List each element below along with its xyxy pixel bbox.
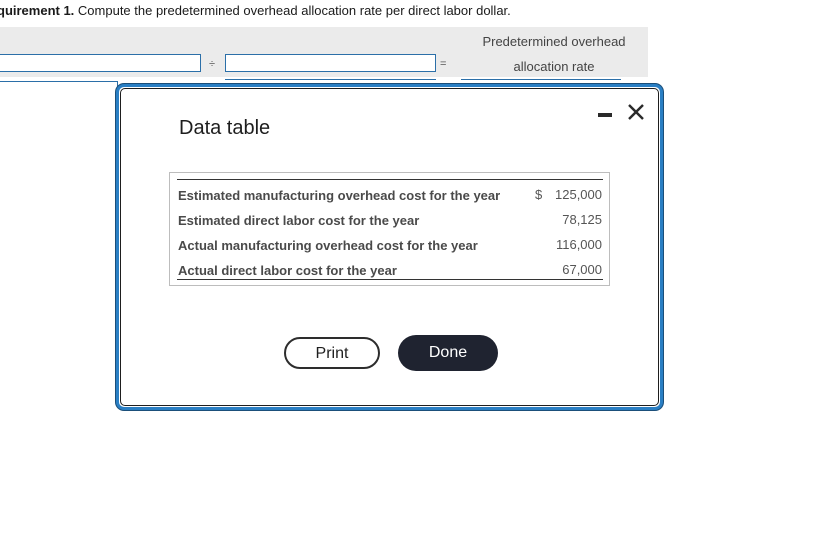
- requirement-text: quirement 1. Compute the predetermined o…: [0, 3, 511, 18]
- row-label: Actual direct labor cost for the year: [178, 263, 397, 278]
- currency-symbol: $: [535, 187, 543, 202]
- dialog-title: Data table: [179, 117, 271, 139]
- row-label: Actual manufacturing overhead cost for t…: [178, 238, 478, 253]
- equals-operator: =: [440, 58, 447, 70]
- table-top-rule: [177, 179, 603, 180]
- print-button[interactable]: Print: [284, 337, 380, 369]
- denominator-input-row2[interactable]: [225, 79, 436, 80]
- divide-operator: ÷: [209, 58, 216, 70]
- denominator-input[interactable]: [225, 54, 436, 72]
- data-table-dialog: Data table Estimated manufacturing overh…: [116, 84, 663, 410]
- table-row: Actual direct labor cost for the year 67…: [178, 262, 602, 283]
- table-row: Estimated direct labor cost for the year…: [178, 212, 602, 233]
- close-icon[interactable]: [625, 101, 647, 123]
- requirement-instruction: Compute the predetermined overhead alloc…: [74, 3, 511, 18]
- data-table: Estimated manufacturing overhead cost fo…: [169, 172, 610, 286]
- row-value: 125,000: [555, 187, 602, 202]
- result-header-line2: allocation rate: [513, 59, 595, 74]
- numerator-input[interactable]: [0, 54, 201, 72]
- numerator-input-row2[interactable]: [0, 81, 118, 93]
- table-row: Estimated manufacturing overhead cost fo…: [178, 187, 602, 208]
- row-value: 78,125: [562, 212, 602, 227]
- row-value: 116,000: [555, 237, 602, 252]
- row-label: Estimated manufacturing overhead cost fo…: [178, 188, 501, 203]
- table-row: Actual manufacturing overhead cost for t…: [178, 237, 602, 258]
- requirement-label: quirement 1.: [0, 3, 75, 18]
- minimize-icon[interactable]: [598, 113, 612, 117]
- row-label: Estimated direct labor cost for the year: [178, 213, 420, 228]
- row-value: 67,000: [562, 262, 602, 277]
- done-button[interactable]: Done: [398, 335, 498, 371]
- result-header-line1: Predetermined overhead: [482, 34, 626, 49]
- result-input-row2[interactable]: [461, 79, 621, 80]
- table-bottom-rule: [177, 279, 603, 280]
